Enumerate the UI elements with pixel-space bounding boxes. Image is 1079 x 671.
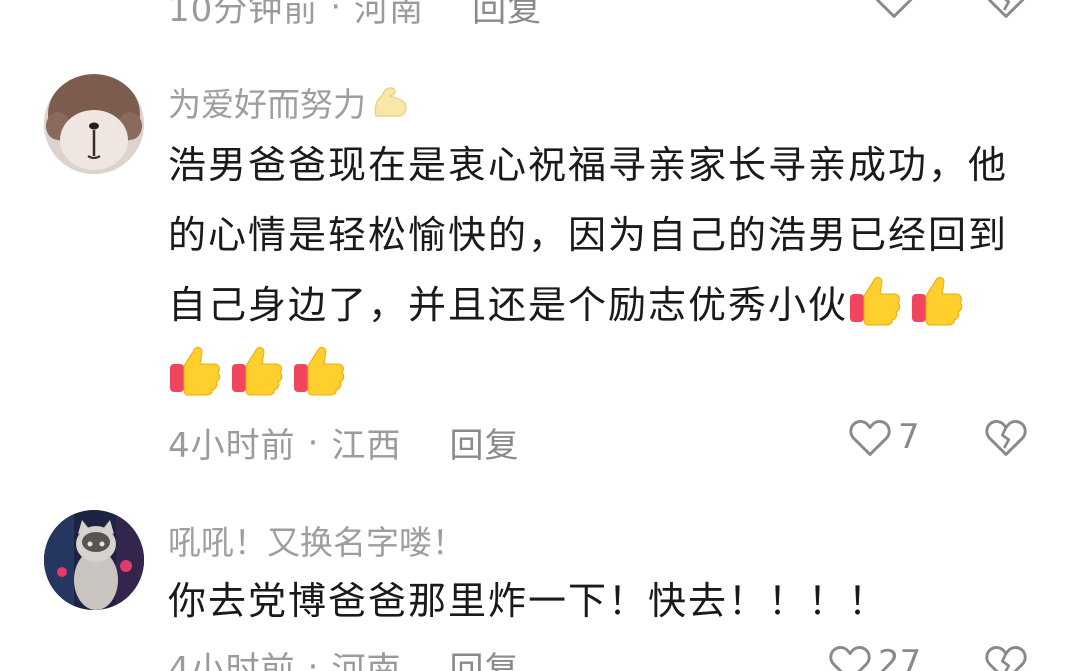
comment-meta: 4小时前 · 河南 回复 [168, 642, 519, 671]
like-count: 7 [898, 417, 920, 457]
broken-heart-icon [985, 420, 1027, 456]
like-count: 27 [878, 643, 922, 671]
like-button[interactable]: 7 [848, 416, 920, 458]
dislike-button[interactable] [984, 642, 1028, 671]
reply-button[interactable]: 回复 [472, 0, 542, 31]
comment-list: 10分钟前 · 河南 回复 为爱好而努力 浩男爸爸现在是衷心祝福寻亲家长寻亲成功… [0, 0, 1079, 671]
meta-separator: · [307, 422, 320, 463]
comment-time: 10分钟前 [168, 0, 319, 30]
like-button[interactable]: 27 [828, 642, 921, 671]
thumbs-up-emoji [850, 277, 901, 326]
comment-text: 你去党博爸爸那里炸一下！快去！！！！ [168, 579, 889, 623]
like-button[interactable] [872, 0, 916, 20]
reply-button[interactable]: 回复 [449, 418, 519, 467]
broken-heart-icon [987, 0, 1025, 18]
comment-username[interactable]: 为爱好而努力 [168, 78, 410, 126]
heart-outline-icon [875, 0, 913, 18]
comment-actions [872, 0, 916, 20]
avatar[interactable] [44, 74, 144, 174]
thumbs-up-emoji [912, 277, 963, 326]
comment-location: 河南 [331, 650, 402, 671]
thumbs-up-emoji [294, 347, 345, 396]
reply-button[interactable]: 回复 [449, 642, 519, 671]
avatar[interactable] [44, 510, 144, 610]
thumbs-up-emoji [170, 347, 221, 396]
comment-meta: 10分钟前 · 河南 回复 [168, 0, 542, 31]
cat-avatar-image [44, 510, 144, 610]
comment-text: 浩男爸爸现在是衷心祝福寻亲家长寻亲成功，他的心情是轻松愉快的，因为自己的浩男已经… [168, 130, 1038, 410]
heart-outline-icon [829, 646, 871, 671]
comment-actions: 7 [848, 416, 920, 458]
meta-separator: · [307, 646, 320, 671]
comment-actions: 27 [828, 642, 921, 671]
monkey-plush-avatar-image [44, 74, 144, 174]
dislike-button[interactable] [984, 0, 1028, 20]
broken-heart-icon [985, 646, 1027, 671]
comment-username[interactable]: 吼吼！又换名字喽！ [168, 516, 465, 564]
comment-location: 江西 [331, 426, 402, 466]
thumbs-up-emoji [232, 347, 283, 396]
flexed-biceps-emoji [374, 87, 407, 117]
meta-separator: · [330, 0, 343, 27]
comment-meta: 4小时前 · 江西 回复 [168, 418, 519, 467]
comment-time: 4小时前 [168, 650, 296, 671]
comment-time: 4小时前 [168, 426, 296, 466]
heart-outline-icon [849, 420, 891, 456]
dislike-button[interactable] [984, 416, 1028, 458]
comment-location: 河南 [354, 0, 425, 30]
